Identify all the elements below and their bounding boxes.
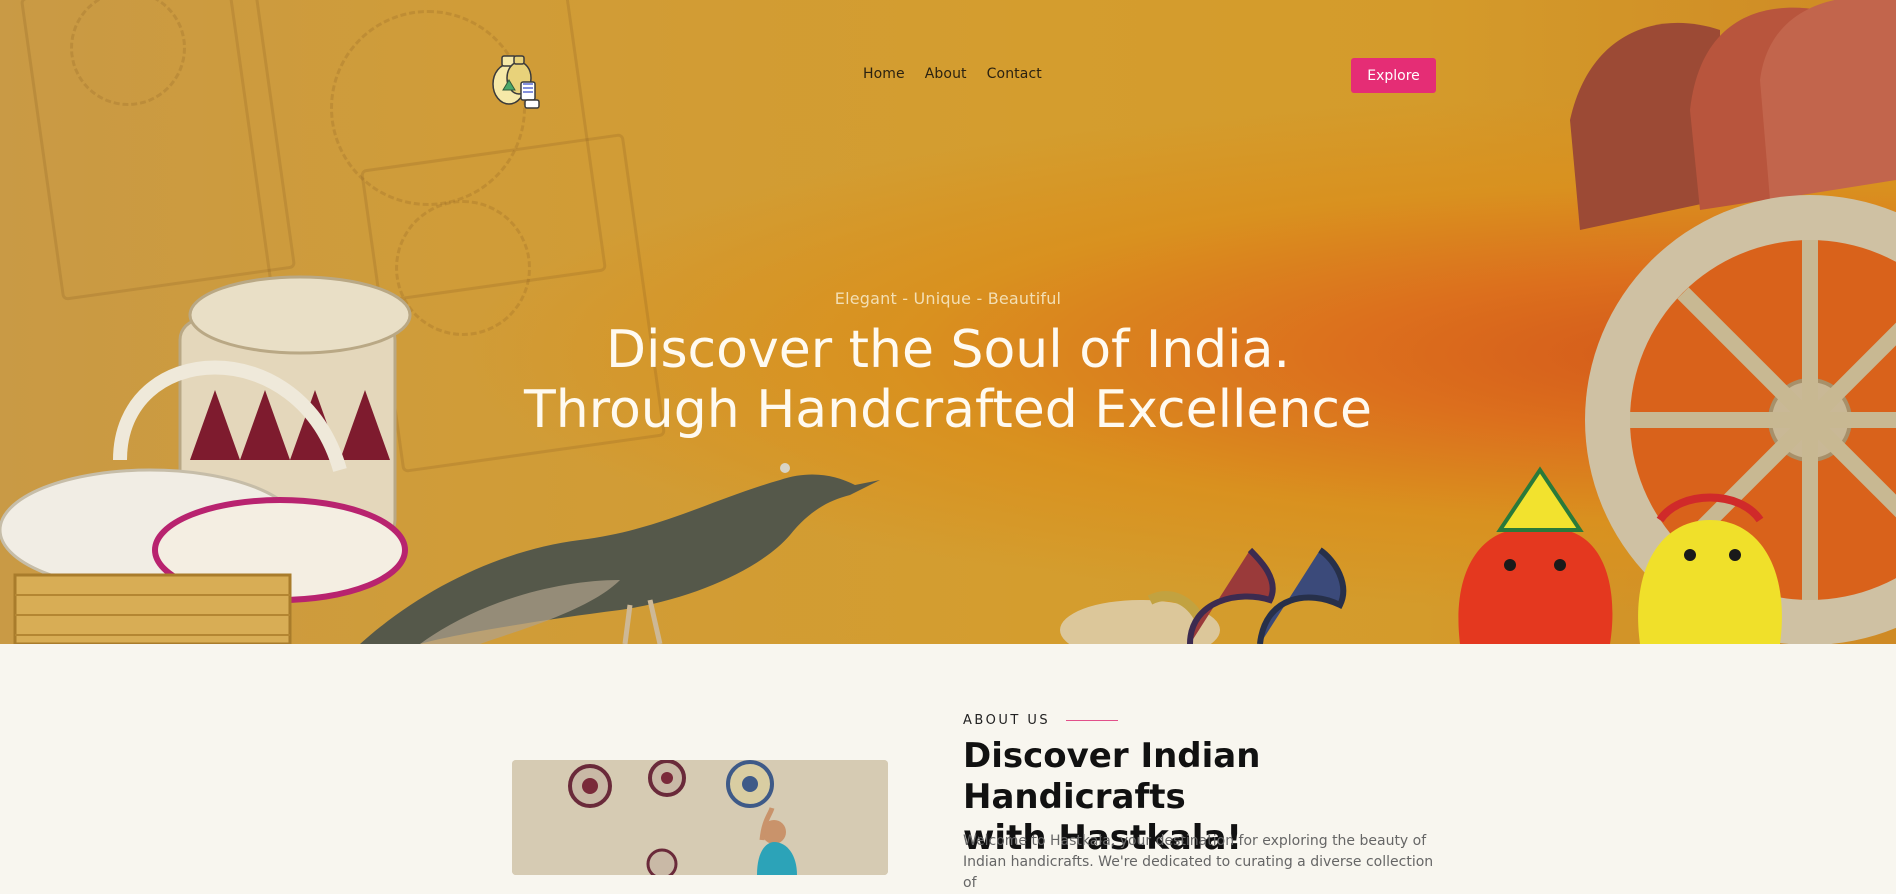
artisan-photo-illustration [512, 760, 888, 875]
explore-button[interactable]: Explore [1351, 58, 1436, 93]
about-title-line1: Discover Indian Handicrafts [963, 736, 1261, 817]
logo-pottery-icon[interactable] [485, 46, 551, 112]
hero-banner: Home About Contact Explore Elegant - Uni… [0, 0, 1896, 644]
figurines-illustration [1060, 547, 1347, 644]
hero-headline-line2: Through Handcrafted Excellence [523, 380, 1373, 440]
eyebrow-divider [1066, 720, 1119, 721]
about-artisan-image [512, 760, 888, 875]
hero-headline-line1: Discover the Soul of India. [605, 320, 1291, 380]
about-body-text: Welcome to Hastkala, your destination fo… [963, 833, 1434, 891]
nav-link-contact[interactable]: Contact [987, 66, 1042, 82]
main-nav: Home About Contact [863, 66, 1042, 82]
about-eyebrow: ABOUT US [963, 713, 1119, 728]
terracotta-horses-and-wheel [1458, 0, 1896, 644]
about-eyebrow-label: ABOUT US [963, 713, 1051, 728]
horn-bird-figurine [360, 463, 880, 644]
nav-link-home[interactable]: Home [863, 66, 905, 82]
nav-link-about[interactable]: About [925, 66, 967, 82]
